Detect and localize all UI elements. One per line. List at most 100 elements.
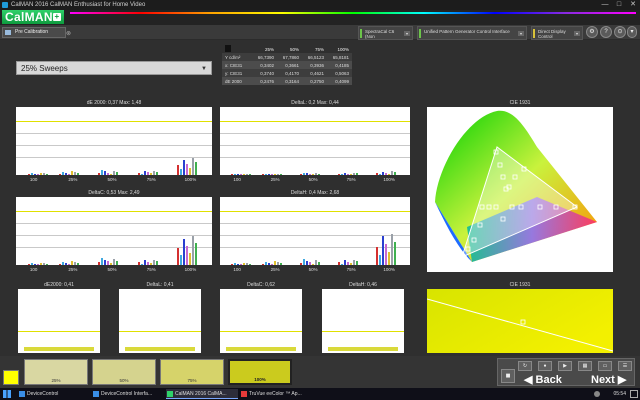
display-device-select[interactable]: Direct Display Control ▾ (531, 26, 583, 40)
pattern-device-select[interactable]: Unified Pattern Generator Control Interf… (417, 26, 527, 40)
error-bar (185, 245, 188, 265)
de2000-chart (16, 107, 212, 175)
display-status-led (533, 29, 535, 38)
add-icon[interactable]: + (53, 13, 61, 21)
menu-button[interactable]: ▾ (627, 26, 637, 38)
gridline (16, 157, 212, 159)
swatch-100[interactable]: 100% (228, 359, 292, 385)
color-swatch (225, 45, 231, 52)
error-bar (146, 172, 149, 175)
table-header: 75% (314, 46, 324, 52)
cie-gamut-svg (435, 110, 597, 264)
sweep-select-value: 25% Sweeps (21, 64, 68, 73)
read-series-button[interactable]: ▶ (558, 361, 572, 371)
error-bar (137, 172, 140, 175)
info-button[interactable]: ⊙ (614, 26, 626, 38)
error-bar (182, 238, 185, 265)
tray-icon[interactable] (594, 391, 600, 397)
x-tick-label: 75% (146, 267, 156, 272)
x-tick-label: 100 (29, 177, 38, 182)
swatch-75[interactable]: 75% (160, 359, 224, 385)
pattern-button[interactable]: ▦ (578, 361, 592, 371)
swatch-25[interactable]: 25% (24, 359, 88, 385)
meter-device-select[interactable]: SpectraCal C6 (Non ▾ (358, 26, 413, 40)
navigation-panel: ■ ↻ ● ▶ ▦ ▭ ☰ ◀ Back Next ▶ (497, 358, 635, 386)
close-button[interactable]: ✕ (626, 0, 640, 10)
error-bar (352, 172, 355, 175)
taskbar-item[interactable]: DeviceControl (18, 389, 88, 399)
gridline (16, 145, 212, 147)
taskbar-item-label: DeviceControl Interfa... (101, 391, 153, 397)
options-button[interactable]: ☰ (618, 361, 632, 371)
start-icon[interactable] (3, 390, 11, 398)
table-cell: 0,3164 (277, 77, 302, 85)
error-bar (314, 260, 317, 265)
tab-pre-calibration[interactable]: Pre Calibration ⊗ (2, 27, 71, 38)
gridline (220, 157, 410, 159)
error-bar (176, 248, 179, 265)
chevron-down-icon[interactable]: ▾ (518, 31, 524, 36)
error-bar (113, 171, 116, 175)
error-bar (42, 263, 45, 265)
back-button[interactable]: ◀ Back (524, 373, 562, 386)
gridline (16, 222, 212, 224)
error-bar (343, 173, 346, 175)
tab-close-icon[interactable]: ⊗ (66, 30, 71, 39)
error-bar (261, 174, 264, 175)
error-bar (149, 173, 152, 175)
error-bar (77, 173, 80, 175)
stop-button[interactable]: ■ (501, 369, 515, 383)
read-continuous-button[interactable]: ↻ (518, 361, 532, 371)
loop-icon: ↻ (522, 363, 528, 369)
sweep-select[interactable]: 25% Sweeps ▼ (16, 61, 212, 75)
error-bar (390, 233, 393, 265)
error-bar (110, 173, 113, 175)
single-de2000-title: dE2000: 0,41 (44, 282, 74, 288)
error-bar (393, 172, 396, 175)
chevron-down-icon[interactable]: ▾ (574, 31, 580, 36)
error-bar (179, 255, 182, 265)
taskbar-item[interactable]: CalMAN 2016 CalMA... (166, 389, 238, 399)
table-header: 100% (337, 46, 349, 52)
error-bar (42, 173, 45, 175)
taskbar-item[interactable]: DeviceControl Interfa... (92, 389, 164, 399)
logo-text: CalMAN (5, 10, 53, 24)
back-label: Back (535, 374, 562, 386)
monitor-icon: ▭ (602, 363, 608, 369)
title-bar: CalMAN 2016 CalMAN Enthusiast for Home V… (0, 0, 640, 10)
read-single-button[interactable]: ● (538, 361, 552, 371)
settings-icon: ☰ (622, 363, 628, 369)
settings-button[interactable]: ⚙ (586, 26, 598, 38)
error-bar (317, 261, 320, 265)
chevron-down-icon[interactable]: ▾ (404, 31, 410, 36)
swatch-label: 25% (51, 378, 61, 383)
calman-logo[interactable]: CalMAN + (2, 10, 64, 24)
minimize-button[interactable]: — (598, 0, 612, 10)
table-cell: 0,4185 (327, 61, 352, 69)
notification-icon[interactable] (630, 390, 638, 398)
error-bar (270, 263, 273, 265)
table-cell: 0,3661 (277, 61, 302, 69)
x-tick-label: 50% (308, 177, 318, 182)
error-bar (264, 261, 267, 265)
error-bar (65, 172, 68, 175)
error-bar (101, 257, 104, 265)
swatch-50[interactable]: 50% (92, 359, 156, 385)
taskbar-item[interactable]: TruVue eeColor ™ Ap... (240, 389, 312, 399)
deltah-chart-title: DeltaH: 0,4 Max: 2,68 (290, 190, 340, 196)
error-bar (231, 264, 234, 265)
chevron-down-icon[interactable]: ▼ (201, 62, 207, 76)
error-bar (234, 174, 237, 175)
maximize-button[interactable]: □ (612, 0, 626, 10)
display-button[interactable]: ▭ (598, 361, 612, 371)
workflow-icon (5, 30, 11, 35)
next-button[interactable]: Next ▶ (591, 373, 626, 386)
error-bar (249, 174, 252, 175)
x-tick-label: 25% (68, 267, 78, 272)
error-bar (71, 261, 74, 265)
error-bar (355, 173, 358, 175)
taskbar: DeviceControl DeviceControl Interfa... C… (0, 388, 640, 400)
deltac-chart (16, 197, 212, 265)
error-bar (311, 263, 314, 265)
help-button[interactable]: ? (600, 26, 612, 38)
